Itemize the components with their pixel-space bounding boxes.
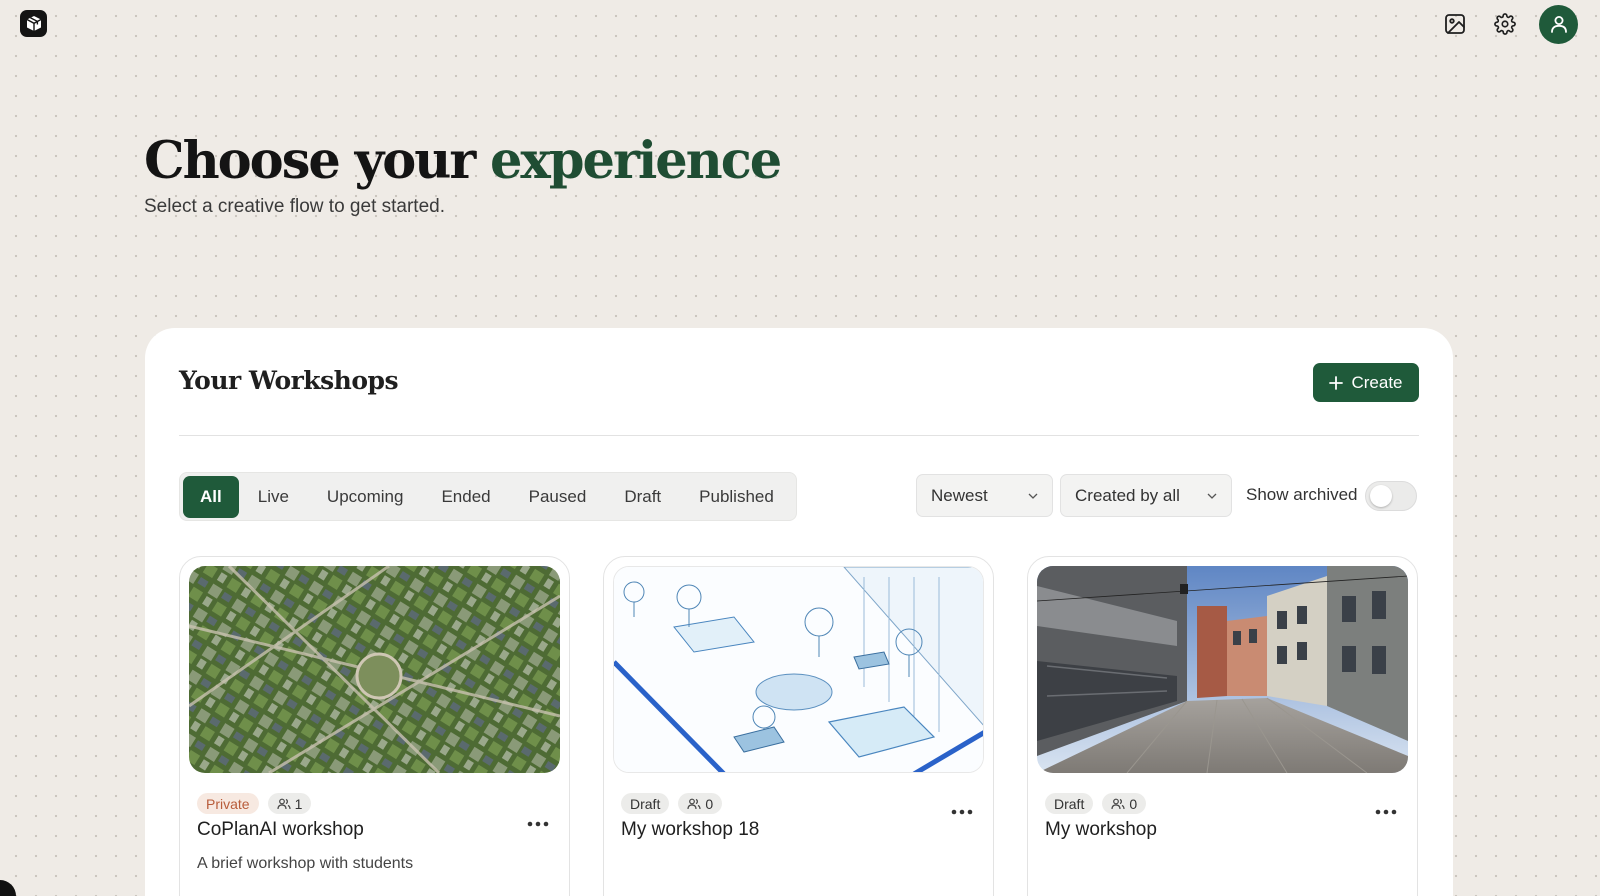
- title-plain: Choose your: [144, 131, 476, 191]
- workshop-title[interactable]: CoPlanAI workshop: [197, 819, 364, 841]
- card-badges: Draft 0: [621, 793, 723, 814]
- toggle-knob: [1370, 485, 1392, 507]
- show-archived-toggle[interactable]: [1365, 481, 1417, 511]
- tab-ended[interactable]: Ended: [422, 476, 509, 518]
- create-button[interactable]: Create: [1313, 363, 1419, 402]
- users-icon: [1111, 798, 1125, 809]
- create-label: Create: [1351, 372, 1403, 392]
- card-badges: Private 1: [197, 793, 312, 814]
- workshop-title[interactable]: My workshop 18: [621, 819, 759, 841]
- workshops-title: Your Workshops: [179, 366, 399, 395]
- tab-draft[interactable]: Draft: [605, 476, 680, 518]
- more-options-button[interactable]: [523, 813, 553, 835]
- workshop-card[interactable]: Draft 0 My workshop 18: [603, 556, 994, 896]
- more-options-button[interactable]: [947, 801, 977, 823]
- more-horizontal-icon: [527, 821, 549, 827]
- workshop-card[interactable]: Private 1 CoPlanAI workshop A brief work…: [179, 556, 570, 896]
- creator-filter-select[interactable]: Created by all: [1060, 474, 1232, 517]
- tab-live[interactable]: Live: [239, 476, 308, 518]
- corner-shade: [0, 880, 16, 896]
- hero: Choose your experience Select a creative…: [144, 128, 782, 218]
- more-horizontal-icon: [951, 809, 973, 815]
- more-horizontal-icon: [1375, 809, 1397, 815]
- workshop-card[interactable]: Draft 0 My workshop: [1027, 556, 1418, 896]
- tab-all[interactable]: All: [183, 475, 239, 518]
- user-icon: [1550, 16, 1567, 33]
- more-options-button[interactable]: [1371, 801, 1401, 823]
- gear-icon: [1494, 13, 1516, 35]
- gallery-button[interactable]: [1437, 6, 1473, 42]
- page-title: Choose your experience: [144, 128, 782, 194]
- image-gallery-icon: [1445, 14, 1465, 34]
- tab-published[interactable]: Published: [680, 476, 793, 518]
- workshop-description: A brief workshop with students: [197, 855, 414, 872]
- participants-badge: 0: [1102, 793, 1147, 814]
- creator-filter-value: Created by all: [1075, 485, 1180, 505]
- chevron-down-icon: [1207, 493, 1217, 499]
- users-icon: [276, 798, 291, 809]
- settings-button[interactable]: [1487, 6, 1523, 42]
- sort-value: Newest: [931, 485, 988, 505]
- participants-count: 0: [705, 795, 714, 812]
- workshop-thumbnail-street: [1037, 566, 1408, 773]
- logo[interactable]: [20, 10, 47, 37]
- status-badge: Private: [197, 793, 259, 814]
- participants-count: 0: [1129, 795, 1138, 812]
- status-badge: Draft: [1045, 793, 1094, 814]
- workshop-title[interactable]: My workshop: [1045, 819, 1157, 841]
- sort-select[interactable]: Newest: [916, 474, 1053, 517]
- workshop-thumbnail-plaza: [613, 566, 984, 773]
- tab-paused[interactable]: Paused: [510, 476, 606, 518]
- tab-upcoming[interactable]: Upcoming: [308, 476, 423, 518]
- cube-icon: [26, 16, 41, 31]
- show-archived-label: Show archived: [1246, 485, 1358, 504]
- participants-badge: 0: [678, 793, 723, 814]
- user-avatar[interactable]: [1539, 4, 1578, 44]
- plus-icon: [1329, 375, 1344, 390]
- workshops-panel: Your Workshops Create All Live Upcoming …: [145, 328, 1453, 896]
- workshop-thumbnail-aerial: [189, 566, 560, 773]
- participants-badge: 1: [267, 793, 312, 814]
- participants-count: 1: [294, 795, 303, 812]
- chevron-down-icon: [1028, 493, 1038, 499]
- card-badges: Draft 0: [1045, 793, 1147, 814]
- page-subtitle: Select a creative flow to get started.: [144, 196, 445, 217]
- title-accent: experience: [489, 131, 782, 191]
- divider: [179, 435, 1419, 436]
- status-badge: Draft: [621, 793, 670, 814]
- users-icon: [687, 798, 701, 809]
- status-tabs: All Live Upcoming Ended Paused Draft Pub…: [179, 472, 797, 521]
- header-actions: [1437, 4, 1578, 44]
